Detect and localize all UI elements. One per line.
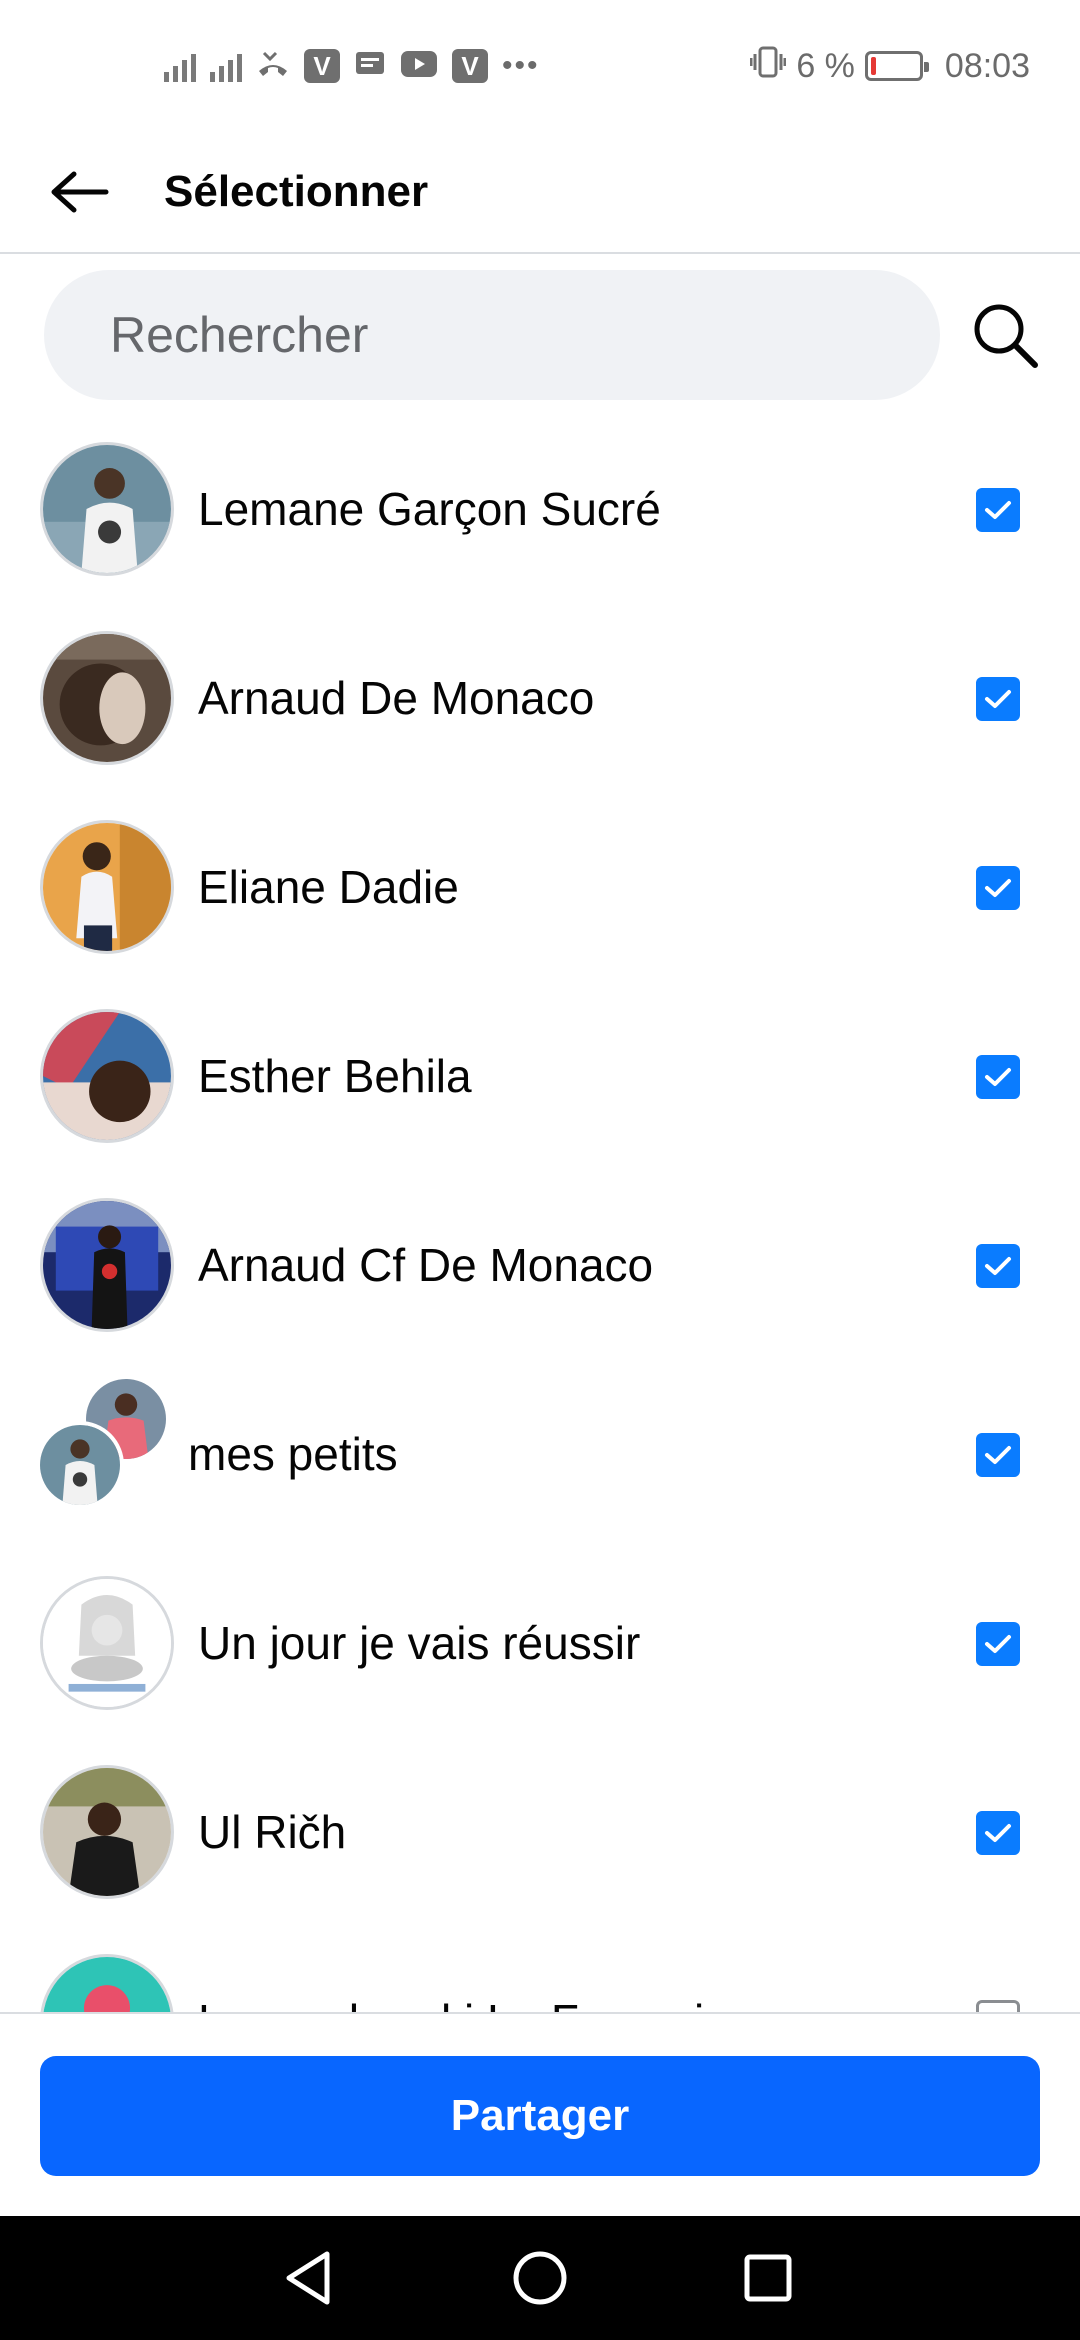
avatar: [40, 1576, 174, 1710]
list-item[interactable]: mes petits: [0, 1365, 1080, 1554]
avatar: [40, 1198, 174, 1332]
battery-icon: [864, 51, 929, 81]
select-checkbox[interactable]: [976, 1811, 1020, 1855]
more-dots-icon: •••: [502, 49, 540, 82]
list-item[interactable]: Ul Rič‌h: [0, 1743, 1080, 1932]
select-checkbox[interactable]: [976, 866, 1020, 910]
viber-icon: V: [304, 49, 340, 83]
select-checkbox[interactable]: [976, 488, 1020, 532]
contact-list[interactable]: Lemane Garçon Sucré Arnaud De Monaco Eli…: [0, 420, 1080, 2012]
square-recents-icon: [744, 2254, 792, 2302]
contact-name: Eliane Dadie: [198, 861, 459, 913]
contact-name: mes petits: [188, 1428, 398, 1480]
message-icon: [354, 49, 386, 84]
app-header: Sélectionner: [0, 130, 1080, 254]
avatar: [36, 1421, 124, 1509]
avatar: [40, 1765, 174, 1899]
notification-icons: V V •••: [164, 44, 540, 88]
contact-name: Esther Behila: [198, 1050, 472, 1102]
share-button[interactable]: Partager: [40, 2056, 1040, 2176]
clock: 08:03: [944, 46, 1030, 85]
list-item[interactable]: Un jour je vais réussir: [0, 1554, 1080, 1743]
check-icon: [985, 1446, 1011, 1464]
triangle-back-icon: [286, 2251, 330, 2305]
status-bar: V V ••• 6 % 08:03: [0, 0, 1080, 130]
check-icon: [985, 1635, 1011, 1653]
list-item[interactable]: Lewandowski Le Francai: [0, 1932, 1080, 2012]
select-checkbox[interactable]: [976, 1622, 1020, 1666]
check-icon: [985, 1068, 1011, 1086]
vibrate-icon: [749, 45, 787, 88]
list-item[interactable]: Arnaud Cf De Monaco: [0, 1176, 1080, 1365]
avatar: [40, 1954, 174, 2012]
avatar: [40, 631, 174, 765]
page-title: Sélectionner: [164, 167, 429, 216]
battery-percent: 6 %: [796, 46, 855, 85]
nav-home-button[interactable]: [500, 2238, 580, 2318]
back-button[interactable]: [44, 156, 116, 228]
system-nav-bar: [0, 2216, 1080, 2340]
list-item[interactable]: Esther Behila: [0, 987, 1080, 1176]
contact-name: Arnaud Cf De Monaco: [198, 1239, 654, 1291]
contact-name: Arnaud De Monaco: [198, 672, 595, 724]
check-icon: [985, 690, 1011, 708]
contact-name: Lemane Garçon Sucré: [198, 483, 661, 535]
bottom-action-bar: Partager: [0, 2012, 1080, 2216]
select-checkbox[interactable]: [976, 677, 1020, 721]
nav-back-button[interactable]: [268, 2238, 348, 2318]
signal-h-plus-icon: [210, 50, 242, 82]
select-checkbox[interactable]: [976, 1244, 1020, 1288]
missed-call-icon: [256, 49, 290, 84]
select-checkbox[interactable]: [976, 1433, 1020, 1477]
youtube-icon: [400, 50, 438, 83]
viber-icon: V: [452, 49, 488, 83]
circle-home-icon: [513, 2251, 567, 2305]
list-item[interactable]: Eliane Dadie: [0, 798, 1080, 987]
list-item[interactable]: Lemane Garçon Sucré: [0, 420, 1080, 609]
nav-recents-button[interactable]: [728, 2238, 808, 2318]
select-checkbox[interactable]: [976, 1055, 1020, 1099]
avatar: [40, 820, 174, 954]
search-input[interactable]: [44, 270, 940, 400]
system-status: 6 % 08:03: [749, 44, 1030, 88]
select-checkbox[interactable]: [976, 2000, 1020, 2012]
search-row: [0, 270, 1080, 400]
check-icon: [985, 1824, 1011, 1842]
signal-icon: [164, 50, 196, 82]
list-item[interactable]: Arnaud De Monaco: [0, 609, 1080, 798]
check-icon: [985, 879, 1011, 897]
arrow-left-icon: [51, 171, 109, 213]
search-button[interactable]: [960, 290, 1050, 380]
check-icon: [985, 501, 1011, 519]
group-avatar: [36, 1375, 176, 1525]
contact-name: Lewandowski Le Francai: [198, 1932, 704, 2012]
search-icon: [974, 304, 1038, 368]
contact-name: Ul Rič‌h: [198, 1806, 347, 1858]
check-icon: [985, 1257, 1011, 1275]
contact-name: Un jour je vais réussir: [198, 1617, 641, 1669]
avatar: [40, 1009, 174, 1143]
avatar: [40, 442, 174, 576]
